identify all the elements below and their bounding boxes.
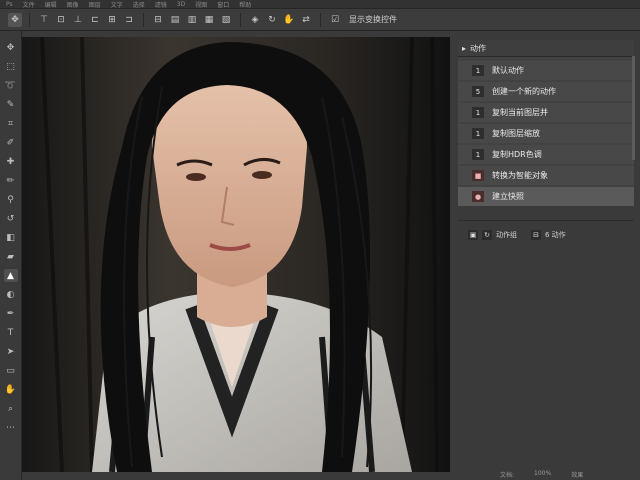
panel-menu-icon[interactable]: ▸ xyxy=(462,44,466,53)
transform-controls-checkbox[interactable]: ☑ xyxy=(328,13,342,27)
hand-tool-icon[interactable]: ✋ xyxy=(4,383,18,396)
distribute-bottom-icon[interactable]: ▥ xyxy=(185,13,199,27)
row-number: 1 xyxy=(472,149,484,160)
divider xyxy=(320,12,321,27)
new-set-icon[interactable]: ▣ xyxy=(468,230,478,240)
menu-item[interactable]: 文件 xyxy=(23,0,35,9)
dodge-tool-icon[interactable]: ◐ xyxy=(4,288,18,301)
footer-label-1: 动作组 xyxy=(496,231,517,239)
options-bar: ✥ ⊤ ⊡ ⊥ ⊏ ⊞ ⊐ ⊟ ▤ ▥ ▦ ▧ ◈ ↻ ✋ ⇄ ☑ 显示变换控件 xyxy=(0,9,640,31)
menu-item[interactable]: 窗口 xyxy=(217,0,229,9)
row-number: 1 xyxy=(472,107,484,118)
divider xyxy=(143,12,144,27)
healing-tool-icon[interactable]: ✚ xyxy=(4,155,18,168)
distribute-left-icon[interactable]: ▦ xyxy=(202,13,216,27)
action-row[interactable]: 1 复制HDR色调 xyxy=(458,145,634,164)
row-label: 建立快照 xyxy=(492,192,524,201)
row-number: 5 xyxy=(472,86,484,97)
status-zoom: 100% xyxy=(534,470,552,477)
path-select-tool-icon[interactable]: ➤ xyxy=(4,345,18,358)
align-center-icon[interactable]: ⊞ xyxy=(105,13,119,27)
type-tool-icon[interactable]: T xyxy=(4,326,18,339)
menu-item[interactable]: 文字 xyxy=(111,0,123,9)
panel-footer: ▣ ↻ 动作组 ⊟ 6 动作 xyxy=(458,220,634,243)
status-doc: 文档: xyxy=(500,472,515,479)
actions-panel: ▸ 动作 1 默认动作 5 创建一个新的动作 1 复制当前图层并 1 复制图层缩… xyxy=(458,40,634,240)
panel-scrollbar[interactable] xyxy=(632,56,635,160)
align-left-icon[interactable]: ⊏ xyxy=(88,13,102,27)
row-number: ■ xyxy=(472,170,484,181)
refresh-icon[interactable]: ↻ xyxy=(482,230,492,240)
document-canvas[interactable] xyxy=(22,37,450,472)
footer-label-2: 6 动作 xyxy=(545,231,566,239)
pen-tool-icon[interactable]: ✒ xyxy=(4,307,18,320)
action-row[interactable]: ■ 转换为智能对象 xyxy=(458,166,634,185)
artwork-image xyxy=(22,37,450,472)
3d-slide-icon[interactable]: ⇄ xyxy=(299,13,313,27)
delete-icon[interactable]: ⊟ xyxy=(531,230,541,240)
gradient-tool-icon[interactable]: ▰ xyxy=(4,250,18,263)
action-row[interactable]: 1 复制图层缩放 xyxy=(458,124,634,143)
align-right-icon[interactable]: ⊐ xyxy=(122,13,136,27)
transform-controls-label: 显示变换控件 xyxy=(349,15,397,24)
row-label: 复制HDR色调 xyxy=(492,150,542,159)
distribute-top-icon[interactable]: ⊟ xyxy=(151,13,165,27)
row-label: 转换为智能对象 xyxy=(492,171,548,180)
row-label: 默认动作 xyxy=(492,66,524,75)
menu-item[interactable]: 视图 xyxy=(195,0,207,9)
zoom-tool-icon[interactable]: ⌕ xyxy=(4,402,18,415)
3d-rotate-icon[interactable]: ↻ xyxy=(265,13,279,27)
row-label: 复制图层缩放 xyxy=(492,129,540,138)
menu-item[interactable]: 滤镜 xyxy=(155,0,167,9)
menu-item[interactable]: 图像 xyxy=(67,0,79,9)
crop-tool-icon[interactable]: ⌗ xyxy=(4,117,18,130)
row-number: ● xyxy=(472,191,484,202)
action-row-active[interactable]: ● 建立快照 xyxy=(458,187,634,206)
menu-item[interactable]: 编辑 xyxy=(45,0,57,9)
tools-panel: ✥ ⬚ ➰ ✎ ⌗ ✐ ✚ ✏ ⚲ ↺ ◧ ▰ ▲ ◐ ✒ T ➤ ▭ ✋ ⌕ … xyxy=(0,31,22,480)
menu-bar: Ps 文件 编辑 图像 图层 文字 选择 滤镜 3D 视图 窗口 帮助 xyxy=(0,0,640,9)
history-brush-tool-icon[interactable]: ↺ xyxy=(4,212,18,225)
panel-body: 1 默认动作 5 创建一个新的动作 1 复制当前图层并 1 复制图层缩放 1 复… xyxy=(458,57,634,206)
row-number: 1 xyxy=(472,128,484,139)
blur-tool-icon[interactable]: ▲ xyxy=(3,269,18,282)
marquee-tool-icon[interactable]: ⬚ xyxy=(4,60,18,73)
move-tool-icon[interactable]: ✥ xyxy=(8,12,22,27)
action-row[interactable]: 1 默认动作 xyxy=(458,61,634,80)
eyedropper-tool-icon[interactable]: ✐ xyxy=(4,136,18,149)
shape-tool-icon[interactable]: ▭ xyxy=(4,364,18,377)
divider xyxy=(29,12,30,27)
menu-item[interactable]: 选择 xyxy=(133,0,145,9)
status-effect: 效果 xyxy=(571,472,584,479)
action-row[interactable]: 5 创建一个新的动作 xyxy=(458,82,634,101)
stamp-tool-icon[interactable]: ⚲ xyxy=(4,193,18,206)
divider xyxy=(240,12,241,27)
menu-item[interactable]: 帮助 xyxy=(239,0,251,9)
action-row[interactable]: 1 复制当前图层并 xyxy=(458,103,634,122)
row-label: 创建一个新的动作 xyxy=(492,87,556,96)
status-bar: 文档: 100% 效果 xyxy=(500,470,583,479)
distribute-middle-icon[interactable]: ▤ xyxy=(168,13,182,27)
extra-tools-icon[interactable]: ⋯ xyxy=(4,421,18,434)
quick-select-tool-icon[interactable]: ✎ xyxy=(4,98,18,111)
move-tool-icon[interactable]: ✥ xyxy=(4,41,18,54)
menu-item[interactable]: 3D xyxy=(177,1,185,8)
menu-item[interactable]: 图层 xyxy=(89,0,101,9)
row-number: 1 xyxy=(472,65,484,76)
distribute-center-icon[interactable]: ▧ xyxy=(219,13,233,27)
align-bottom-icon[interactable]: ⊥ xyxy=(71,13,85,27)
3d-mode-icon[interactable]: ◈ xyxy=(248,13,262,27)
menu-item[interactable]: Ps xyxy=(6,1,13,8)
eraser-tool-icon[interactable]: ◧ xyxy=(4,231,18,244)
align-middle-icon[interactable]: ⊡ xyxy=(54,13,68,27)
align-top-icon[interactable]: ⊤ xyxy=(37,13,51,27)
lasso-tool-icon[interactable]: ➰ xyxy=(4,79,18,92)
3d-pan-icon[interactable]: ✋ xyxy=(282,13,296,27)
panel-header[interactable]: ▸ 动作 xyxy=(458,40,634,57)
panel-title: 动作 xyxy=(470,43,487,53)
brush-tool-icon[interactable]: ✏ xyxy=(4,174,18,187)
row-label: 复制当前图层并 xyxy=(492,108,548,117)
